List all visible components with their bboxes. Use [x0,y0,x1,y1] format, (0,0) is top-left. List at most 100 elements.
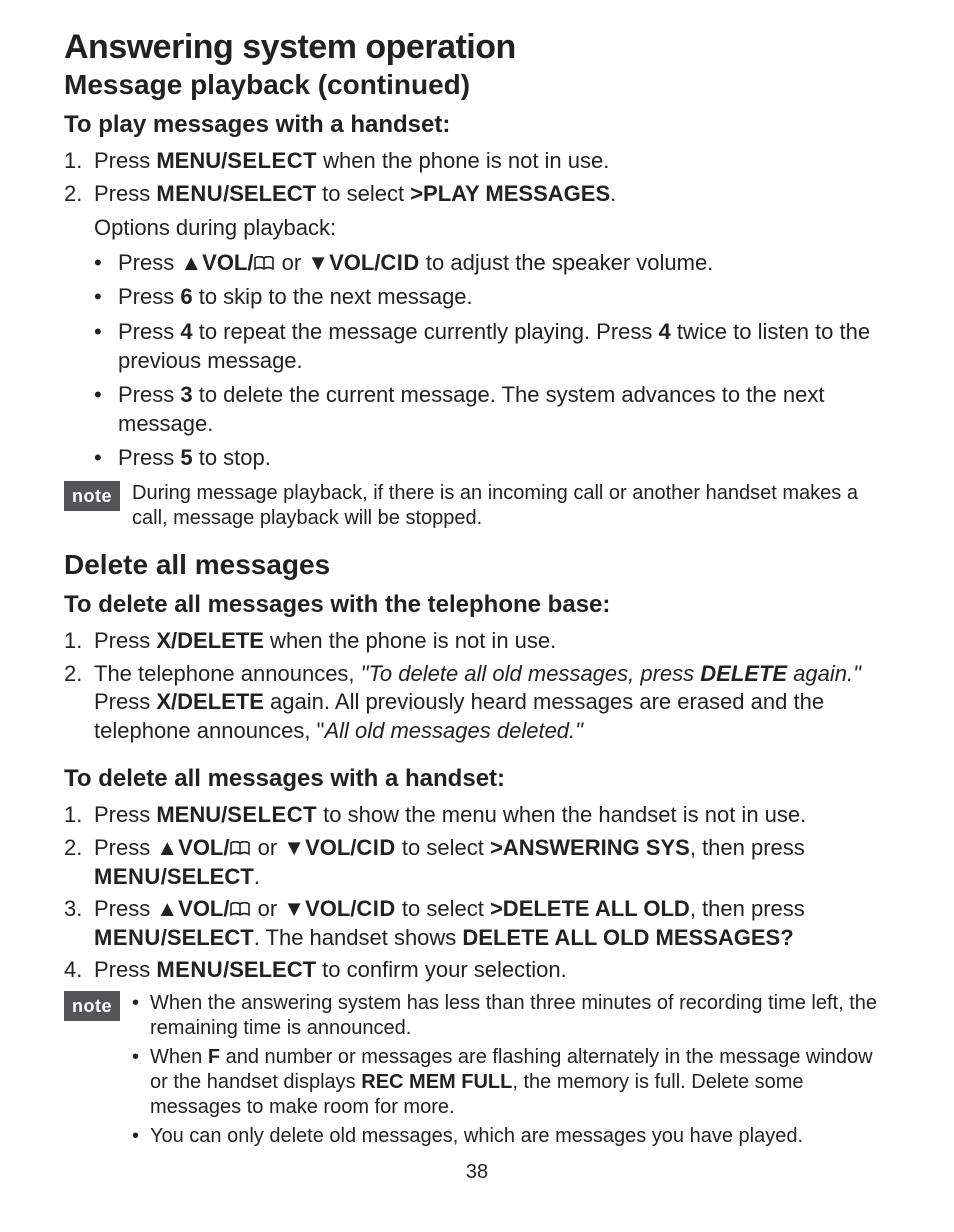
text: or [251,896,283,921]
step-number: 4. [64,956,94,985]
note-text: When the answering system has less than … [150,991,890,1041]
text-smallcaps: SELECT [227,148,317,173]
text-bold: >ANSWERING SYS [490,835,690,860]
step-number: 1. [64,627,94,656]
list-item: 1. Press X/DELETE when the phone is not … [64,627,890,656]
step-number: 1. [64,801,94,830]
text: Press [94,802,156,827]
text-bold: REC MEM FULL [361,1071,512,1093]
list-item: • You can only delete old messages, whic… [132,1124,890,1149]
text: when the phone is not in use. [264,628,556,653]
step-text: Press MENU/SELECT to select >PLAY MESSAG… [94,180,890,209]
option-text: Press 6 to skip to the next message. [118,283,890,312]
text-bold: 3 [180,382,192,407]
text: When [150,1046,208,1068]
list-item: 3. Press ▲VOL/ or ▼VOL/CID to select >DE… [64,895,890,952]
list-item: 4. Press MENU/SELECT to confirm your sel… [64,956,890,985]
delete-base-heading: To delete all messages with the telephon… [64,591,890,619]
page-title: Answering system operation [64,28,890,67]
options-label: Options during playback: [94,214,890,243]
note-badge: note [64,991,120,1021]
text: Press [94,896,156,921]
list-item: • Press 3 to delete the current message.… [94,381,890,438]
delete-handset-steps: 1. Press MENU/SELECT to show the menu wh… [64,801,890,985]
text-smallcaps: CID [356,896,395,921]
text-smallcaps: MENU [94,925,161,950]
text: Press [118,319,180,344]
step-text: Press X/DELETE when the phone is not in … [94,627,890,656]
text-smallcaps: MENU [156,957,223,982]
text-bold: /SELECT [223,181,316,206]
bullet-icon: • [94,318,118,375]
text-smallcaps: MENU [156,181,223,206]
text-bold: MENU/ [156,148,227,173]
text: Press [94,181,156,206]
text: Press [94,148,156,173]
text-bold: 6 [180,284,192,309]
text: Press [94,957,156,982]
note-text: You can only delete old messages, which … [150,1124,890,1149]
book-icon [253,256,275,272]
triangle-up-icon: ▲ [180,249,202,278]
text: Press [118,445,180,470]
vol-down: ▼VOL/ [283,896,356,921]
text-smallcaps: MENU [94,864,161,889]
text-italic: All old messages deleted." [324,718,583,743]
option-text: Press 4 to repeat the message currently … [118,318,890,375]
list-item: 1. Press MENU/SELECT to show the menu wh… [64,801,890,830]
bullet-icon: • [132,1045,150,1120]
text-smallcaps: SELECT [227,802,317,827]
text: . [610,181,616,206]
play-handset-heading: To play messages with a handset: [64,111,890,139]
delete-handset-heading: To delete all messages with a handset: [64,765,890,793]
text: The telephone announces, [94,661,361,686]
text-bold: X/DELETE [156,689,264,714]
text-smallcaps: CID [356,835,395,860]
vol-up: ▲VOL/ [180,250,253,275]
text-bold: /SELECT [223,957,316,982]
step-number: 2. [64,660,94,746]
step-text: Press ▲VOL/ or ▼VOL/CID to select >DELET… [94,895,890,952]
book-icon [229,841,251,857]
triangle-down-icon: ▼ [283,834,305,863]
text-bold: F [208,1046,220,1068]
list-item: • Press 5 to stop. [94,444,890,473]
playback-options: • Press ▲VOL/ or ▼VOL/CID to adjust the … [94,249,890,473]
vol-down: ▼VOL/ [307,250,380,275]
text: Press [94,835,156,860]
note-text: During message playback, if there is an … [132,481,890,531]
list-item: • Press 6 to skip to the next message. [94,283,890,312]
delete-all-heading: Delete all messages [64,549,890,581]
text-bold: 4 [659,319,671,344]
subtitle: Message playback (continued) [64,69,890,101]
text: Press [94,689,156,714]
text: Press [118,250,180,275]
text: . The handset shows [254,925,463,950]
text-smallcaps: CID [380,250,419,275]
bullet-icon: • [132,991,150,1041]
delete-base-steps: 1. Press X/DELETE when the phone is not … [64,627,890,745]
text-italic: again." [787,661,861,686]
vol-up: ▲VOL/ [156,835,229,860]
list-item: • When F and number or messages are flas… [132,1045,890,1120]
vol-up: ▲VOL/ [156,896,229,921]
text-bold: >PLAY MESSAGES [410,181,610,206]
step-text: Press ▲VOL/ or ▼VOL/CID to select >ANSWE… [94,834,890,891]
text: , then press [690,896,805,921]
bullet-icon: • [94,283,118,312]
vol-down: ▼VOL/ [283,835,356,860]
text: to select [316,181,410,206]
text: to select [396,896,490,921]
step-number: 1. [64,147,94,176]
text: or [275,250,307,275]
step-number: 3. [64,895,94,952]
note-text: When F and number or messages are flashi… [150,1045,890,1120]
text-bold: MENU/ [156,802,227,827]
text-bold: /SELECT [161,864,254,889]
text: to adjust the speaker volume. [420,250,714,275]
list-item: 1. Press MENU/SELECT when the phone is n… [64,147,890,176]
text: Press [118,284,180,309]
step-text: Press MENU/SELECT to confirm your select… [94,956,890,985]
text: to skip to the next message. [193,284,473,309]
text-bold: /SELECT [161,925,254,950]
